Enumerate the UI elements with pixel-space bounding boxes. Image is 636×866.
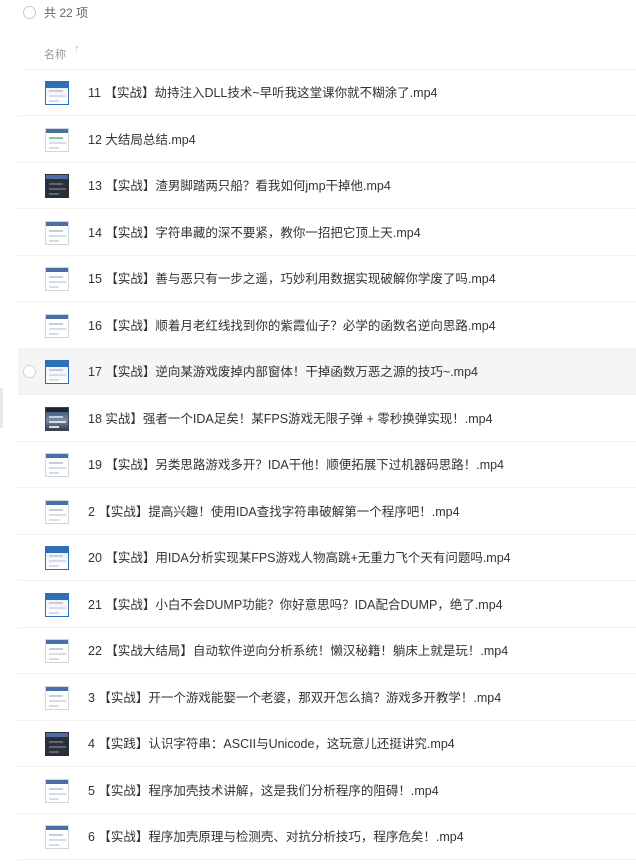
left-edge-tab[interactable] (0, 388, 3, 428)
file-row[interactable]: 2 【实战】提高兴趣！使用IDA查找字符串破解第一个程序吧！.mp4 (18, 489, 636, 535)
video-thumbnail-icon (45, 81, 69, 105)
video-thumbnail-icon (45, 313, 69, 338)
select-all-checkbox[interactable] (23, 6, 36, 19)
file-name[interactable]: 2 【实战】提高兴趣！使用IDA查找字符串破解第一个程序吧！.mp4 (88, 503, 460, 521)
video-thumbnail-icon (45, 825, 69, 849)
file-name[interactable]: 4 【实践】认识字符串：ASCII与Unicode，这玩意儿还挺讲究.mp4 (88, 735, 455, 753)
file-row[interactable]: 13 【实战】渣男脚踏两只船？看我如何jmp干掉他.mp4 (18, 163, 636, 209)
file-name[interactable]: 22 【实战大结局】自动软件逆向分析系统！懒汉秘籍！躺床上就是玩！.mp4 (88, 642, 508, 660)
video-thumbnail-icon (45, 267, 69, 291)
file-row[interactable]: 3 【实战】开一个游戏能娶一个老婆，那双开怎么搞？游戏多开教学！.mp4 (18, 675, 636, 721)
name-column-header[interactable]: 名称 (44, 46, 66, 62)
video-thumbnail-icon (45, 406, 69, 431)
video-thumbnail-icon (45, 360, 69, 384)
sort-ascending-icon[interactable]: ↑ (74, 43, 80, 55)
video-thumbnail-icon (45, 499, 69, 524)
file-row[interactable]: 6 【实战】程序加壳原理与检测壳、对抗分析技巧，程序危矣！.mp4 (18, 814, 636, 860)
video-thumbnail-icon (45, 639, 69, 663)
video-thumbnail-icon (45, 778, 69, 803)
video-thumbnail-icon (45, 592, 69, 617)
file-row[interactable]: 14 【实战】字符串藏的深不要紧，教你一招把它顶上天.mp4 (18, 210, 636, 256)
file-name[interactable]: 3 【实战】开一个游戏能娶一个老婆，那双开怎么搞？游戏多开教学！.mp4 (88, 689, 501, 707)
item-count: 共 22 项 (44, 6, 89, 20)
file-row[interactable]: 17 【实战】逆向某游戏废掉内部窗体！干掉函数万恶之源的技巧~.mp4 (18, 349, 636, 395)
file-row[interactable]: 22 【实战大结局】自动软件逆向分析系统！懒汉秘籍！躺床上就是玩！.mp4 (18, 628, 636, 674)
video-thumbnail-icon (45, 220, 69, 245)
file-name[interactable]: 19 【实战】另类思路游戏多开？IDA干他！顺便拓展下过机器码思路！.mp4 (88, 456, 504, 474)
file-name[interactable]: 12 大结局总结.mp4 (88, 131, 196, 149)
file-row[interactable]: 15 【实战】善与恶只有一步之遥，巧妙利用数据实现破解你学废了吗.mp4 (18, 256, 636, 302)
file-row[interactable]: 11 【实战】劫持注入DLL技术~早听我这堂课你就不糊涂了.mp4 (18, 70, 636, 116)
video-thumbnail-icon (45, 127, 69, 152)
file-row[interactable]: 4 【实践】认识字符串：ASCII与Unicode，这玩意儿还挺讲究.mp4 (18, 721, 636, 767)
file-name[interactable]: 14 【实战】字符串藏的深不要紧，教你一招把它顶上天.mp4 (88, 224, 421, 242)
file-name[interactable]: 15 【实战】善与恶只有一步之遥，巧妙利用数据实现破解你学废了吗.mp4 (88, 270, 496, 288)
row-checkbox[interactable] (23, 365, 36, 378)
file-name[interactable]: 5 【实战】程序加壳技术讲解，这是我们分析程序的阻碍！.mp4 (88, 782, 439, 800)
file-row[interactable]: 19 【实战】另类思路游戏多开？IDA干他！顺便拓展下过机器码思路！.mp4 (18, 442, 636, 488)
file-row[interactable]: 21 【实战】小白不会DUMP功能？你好意思吗？IDA配合DUMP，绝了.mp4 (18, 582, 636, 628)
file-row[interactable]: 20 【实战】用IDA分析实现某FPS游戏人物高跳+无重力飞个天有问题吗.mp4 (18, 535, 636, 581)
column-header: 名称 ↑ (24, 38, 636, 70)
file-row[interactable]: 5 【实战】程序加壳技术讲解，这是我们分析程序的阻碍！.mp4 (18, 768, 636, 814)
video-thumbnail-icon (45, 732, 69, 756)
file-name[interactable]: 6 【实战】程序加壳原理与检测壳、对抗分析技巧，程序危矣！.mp4 (88, 828, 464, 846)
file-name[interactable]: 11 【实战】劫持注入DLL技术~早听我这堂课你就不糊涂了.mp4 (88, 84, 437, 102)
file-row[interactable]: 12 大结局总结.mp4 (18, 117, 636, 163)
file-name[interactable]: 18 实战】强者一个IDA足矣！某FPS游戏无限子弹 + 零秒换弹实现！.mp4 (88, 410, 493, 428)
file-row[interactable]: 16 【实战】顺着月老红线找到你的紫霞仙子？必学的函数名逆向思路.mp4 (18, 303, 636, 349)
file-row[interactable]: 18 实战】强者一个IDA足矣！某FPS游戏无限子弹 + 零秒换弹实现！.mp4 (18, 396, 636, 442)
file-name[interactable]: 17 【实战】逆向某游戏废掉内部窗体！干掉函数万恶之源的技巧~.mp4 (88, 363, 478, 381)
file-name[interactable]: 13 【实战】渣男脚踏两只船？看我如何jmp干掉他.mp4 (88, 177, 391, 195)
file-name[interactable]: 21 【实战】小白不会DUMP功能？你好意思吗？IDA配合DUMP，绝了.mp4 (88, 596, 503, 614)
file-name[interactable]: 20 【实战】用IDA分析实现某FPS游戏人物高跳+无重力飞个天有问题吗.mp4 (88, 549, 511, 567)
video-thumbnail-icon (45, 453, 69, 477)
top-bar: 共 22 项 (0, 0, 636, 28)
video-thumbnail-icon (45, 174, 69, 198)
video-thumbnail-icon (45, 685, 69, 710)
video-thumbnail-icon (45, 546, 69, 570)
file-name[interactable]: 16 【实战】顺着月老红线找到你的紫霞仙子？必学的函数名逆向思路.mp4 (88, 317, 496, 335)
